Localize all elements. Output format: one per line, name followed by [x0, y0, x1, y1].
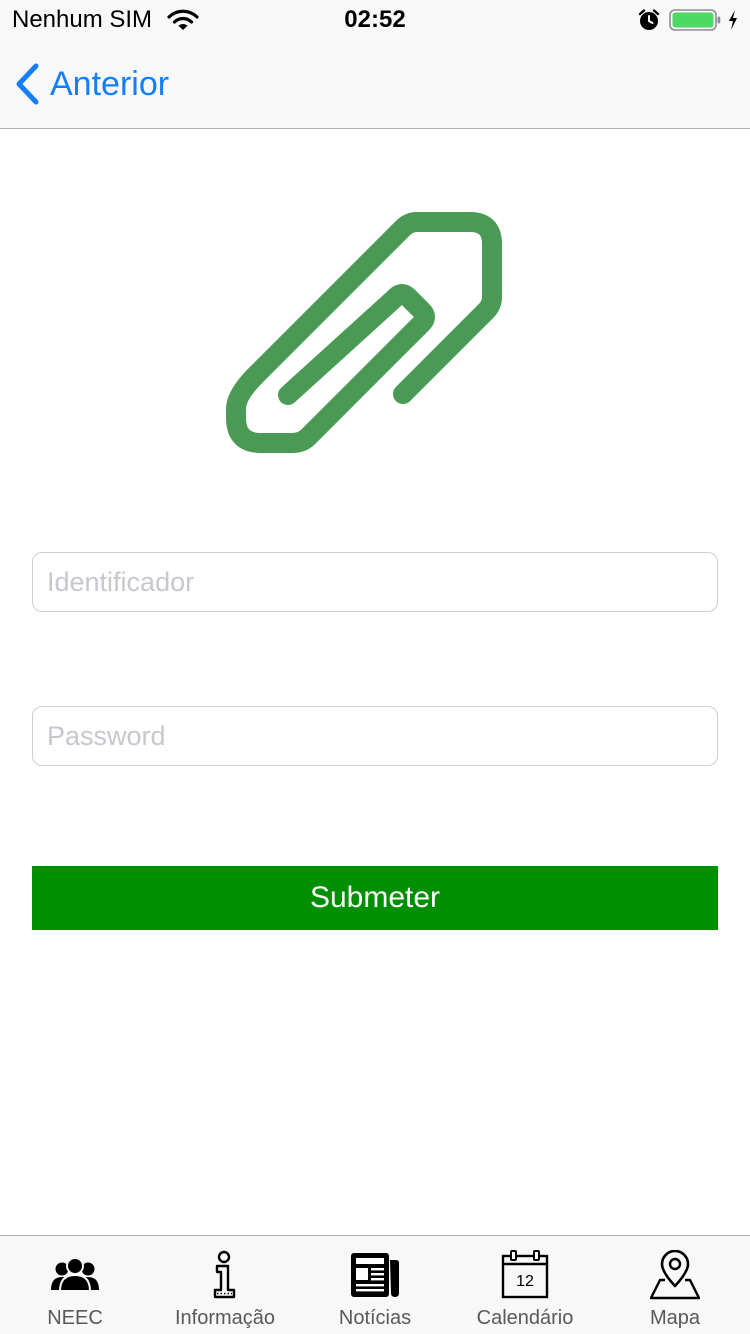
login-screen: Nenhum SIM 02:52 Anterior Identificador …: [0, 0, 750, 1334]
tab-neec[interactable]: NEEC: [0, 1236, 150, 1334]
paperclip-icon: [226, 212, 502, 453]
chevron-left-icon: [16, 63, 39, 105]
navigation-bar: Anterior: [0, 40, 750, 129]
map-pin-icon: [650, 1250, 700, 1300]
status-bar: Nenhum SIM 02:52: [0, 0, 750, 40]
tab-label: Informação: [174, 1307, 276, 1329]
submit-button[interactable]: Submeter: [32, 866, 718, 930]
calendar-icon: 12: [501, 1250, 549, 1299]
tab-label: Calendário: [476, 1307, 574, 1329]
newspaper-icon: [351, 1253, 399, 1297]
tab-mapa[interactable]: Mapa: [600, 1236, 750, 1334]
battery-icon: [669, 9, 721, 31]
identificador-field[interactable]: [32, 552, 718, 612]
tab-label: Mapa: [649, 1307, 701, 1329]
info-icon: [213, 1250, 236, 1299]
tab-informacao[interactable]: Informação: [150, 1236, 300, 1334]
charging-icon: [729, 10, 737, 30]
tab-label: NEEC: [47, 1307, 103, 1329]
password-field[interactable]: [32, 706, 718, 766]
tab-label: Notícias: [338, 1307, 412, 1329]
calendar-day: 12: [516, 1273, 534, 1290]
back-button-label: Anterior: [50, 65, 170, 103]
tab-calendario[interactable]: 12 Calendário: [450, 1236, 600, 1334]
alarm-icon: [638, 9, 660, 30]
tab-bar: NEEC Informação Notícias 12 Calendário M…: [0, 1235, 750, 1334]
back-button[interactable]: Anterior: [14, 58, 169, 110]
tab-noticias[interactable]: Notícias: [300, 1236, 450, 1334]
people-icon: [51, 1257, 99, 1292]
